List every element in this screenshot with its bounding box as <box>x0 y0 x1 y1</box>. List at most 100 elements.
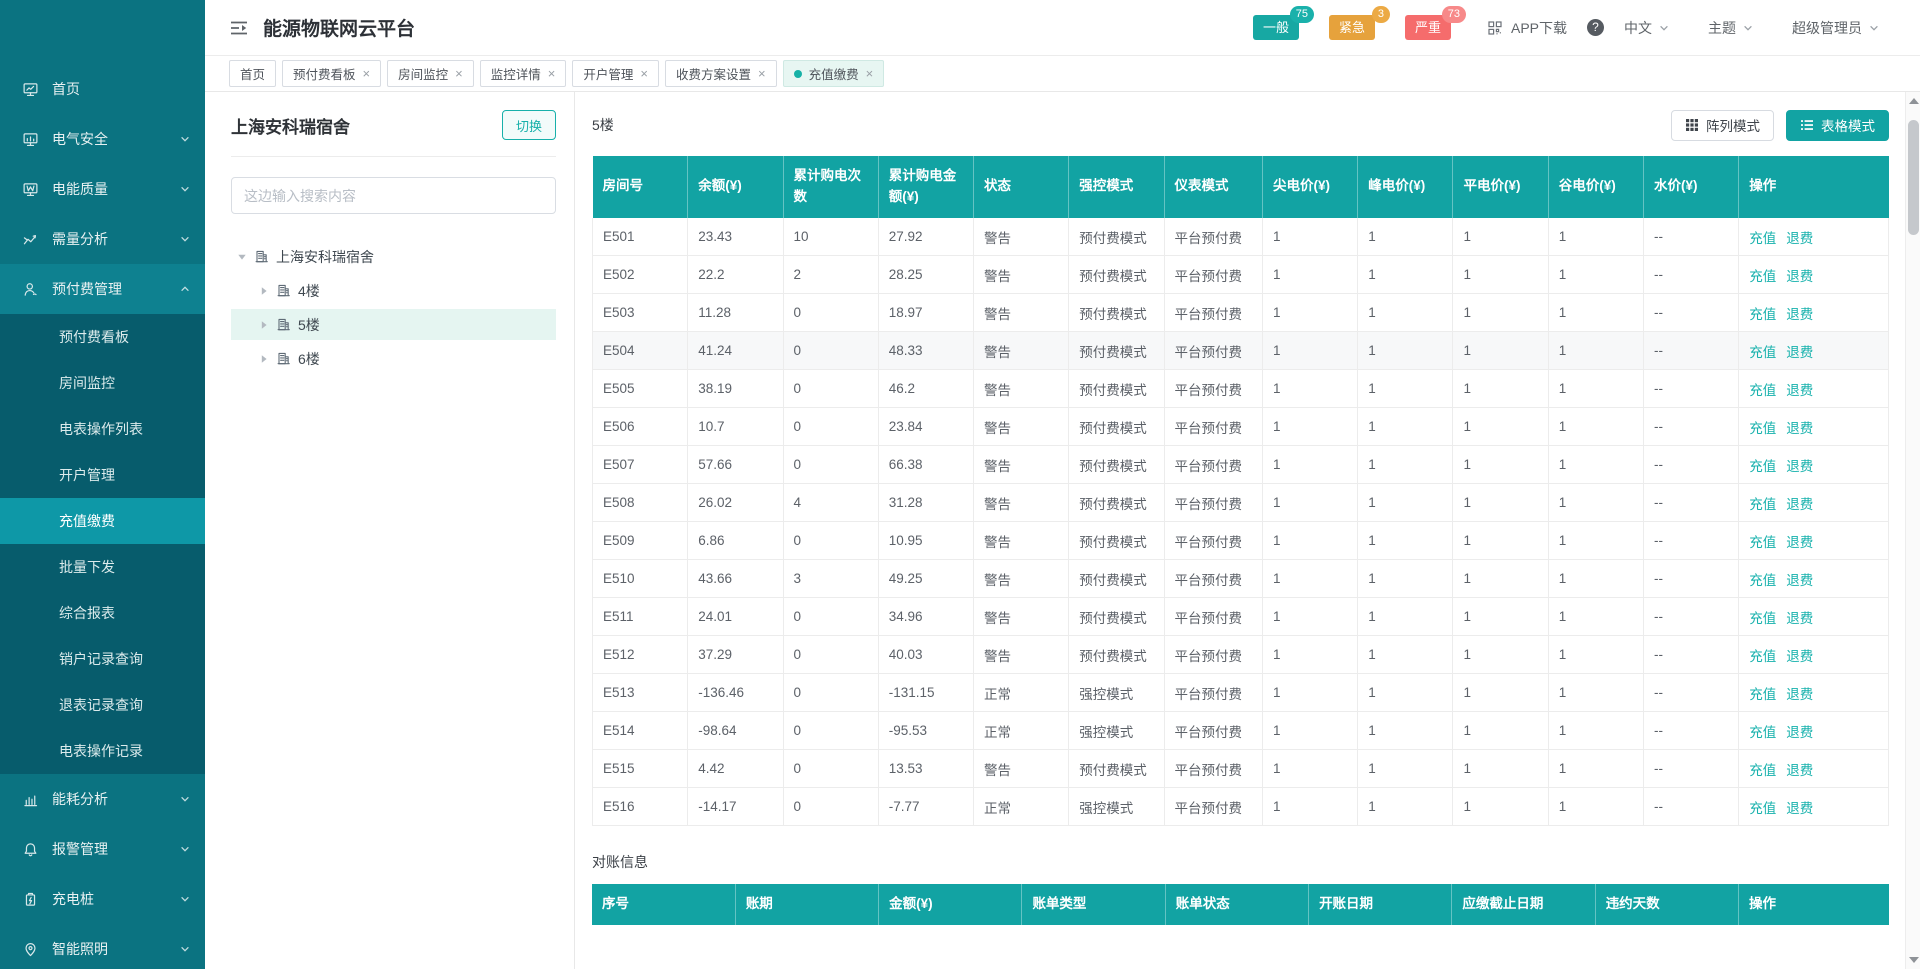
close-icon[interactable]: × <box>455 67 463 80</box>
table-cell: 24.01 <box>688 598 783 636</box>
recharge-link[interactable]: 充值 <box>1749 307 1776 322</box>
app-download-link[interactable]: APP下载 <box>1511 18 1567 38</box>
tab[interactable]: 首页 <box>229 60 276 87</box>
sidebar-item[interactable]: 电能质量 <box>0 164 205 214</box>
sidebar-subitem[interactable]: 销户记录查询 <box>0 636 205 682</box>
sidebar-subitem[interactable]: 批量下发 <box>0 544 205 590</box>
tree-node[interactable]: 6楼 <box>231 343 556 374</box>
table-cell: 66.38 <box>878 446 973 484</box>
sidebar-subitem[interactable]: 预付费看板 <box>0 314 205 360</box>
tab[interactable]: 收费方案设置× <box>665 60 777 87</box>
table-row: E51043.66349.25警告预付费模式平台预付费1111--充值退费 <box>593 560 1889 598</box>
scroll-up-arrow[interactable] <box>1909 98 1919 104</box>
refund-link[interactable]: 退费 <box>1786 573 1813 588</box>
tree-node[interactable]: 4楼 <box>231 275 556 306</box>
tab[interactable]: 开户管理× <box>572 60 659 87</box>
recharge-link[interactable]: 充值 <box>1749 345 1776 360</box>
recharge-link[interactable]: 充值 <box>1749 725 1776 740</box>
recharge-link[interactable]: 充值 <box>1749 611 1776 626</box>
refund-link[interactable]: 退费 <box>1786 497 1813 512</box>
sidebar-subitem[interactable]: 电表操作列表 <box>0 406 205 452</box>
table-cell: 1 <box>1453 370 1548 408</box>
table-cell: 警告 <box>974 256 1069 294</box>
sidebar-subitem[interactable]: 电表操作记录 <box>0 728 205 774</box>
theme-select[interactable]: 主题 <box>1708 18 1754 38</box>
table-cell: 平台预付费 <box>1164 256 1262 294</box>
tree-node[interactable]: 5楼 <box>231 309 556 340</box>
refund-link[interactable]: 退费 <box>1786 307 1813 322</box>
refund-link[interactable]: 退费 <box>1786 459 1813 474</box>
recharge-link[interactable]: 充值 <box>1749 573 1776 588</box>
sidebar-subitem[interactable]: 充值缴费 <box>0 498 205 544</box>
vertical-scrollbar[interactable] <box>1905 92 1920 969</box>
table-cell: 预付费模式 <box>1069 560 1164 598</box>
recharge-link[interactable]: 充值 <box>1749 801 1776 816</box>
sidebar-item[interactable]: 电气安全 <box>0 114 205 164</box>
table-cell: 0 <box>783 788 878 826</box>
sidebar-item[interactable]: 首页 <box>0 64 205 114</box>
column-header: 尖电价(¥) <box>1262 156 1357 218</box>
sidebar-item[interactable]: 报警管理 <box>0 824 205 874</box>
refund-link[interactable]: 退费 <box>1786 649 1813 664</box>
sidebar-subitem[interactable]: 退表记录查询 <box>0 682 205 728</box>
recharge-link[interactable]: 充值 <box>1749 687 1776 702</box>
user-menu[interactable]: 超级管理员 <box>1792 18 1880 38</box>
scrollbar-thumb[interactable] <box>1908 120 1919 235</box>
refund-link[interactable]: 退费 <box>1786 801 1813 816</box>
table-cell: 2 <box>783 256 878 294</box>
close-icon[interactable]: × <box>548 67 556 80</box>
recharge-link[interactable]: 充值 <box>1749 459 1776 474</box>
sidebar-item[interactable]: 需量分析 <box>0 214 205 264</box>
refund-link[interactable]: 退费 <box>1786 611 1813 626</box>
recharge-link[interactable]: 充值 <box>1749 269 1776 284</box>
refund-link[interactable]: 退费 <box>1786 269 1813 284</box>
refund-link[interactable]: 退费 <box>1786 763 1813 778</box>
sidebar-item[interactable]: 充电桩 <box>0 874 205 924</box>
recharge-link[interactable]: 充值 <box>1749 649 1776 664</box>
tab[interactable]: 监控详情× <box>480 60 567 87</box>
sidebar-subitem[interactable]: 房间监控 <box>0 360 205 406</box>
scroll-down-arrow[interactable] <box>1909 957 1919 963</box>
table-cell: 1 <box>1453 446 1548 484</box>
sidebar-item[interactable]: 预付费管理 <box>0 264 205 314</box>
switch-button[interactable]: 切换 <box>502 110 556 140</box>
table-cell: 0 <box>783 598 878 636</box>
close-icon[interactable]: × <box>640 67 648 80</box>
refund-link[interactable]: 退费 <box>1786 231 1813 246</box>
table-cell: -- <box>1643 750 1738 788</box>
refund-link[interactable]: 退费 <box>1786 345 1813 360</box>
recharge-link[interactable]: 充值 <box>1749 231 1776 246</box>
close-icon[interactable]: × <box>866 67 874 80</box>
refund-link[interactable]: 退费 <box>1786 383 1813 398</box>
tree-node[interactable]: 上海安科瑞宿舍 <box>231 241 556 272</box>
sidebar-item[interactable]: 智能照明 <box>0 924 205 969</box>
close-icon[interactable]: × <box>758 67 766 80</box>
tab[interactable]: 充值缴费× <box>783 60 885 87</box>
tab[interactable]: 房间监控× <box>387 60 474 87</box>
alarm-badge[interactable]: 严重73 <box>1405 15 1451 40</box>
refund-link[interactable]: 退费 <box>1786 687 1813 702</box>
menu-fold-icon[interactable] <box>229 19 249 37</box>
language-select[interactable]: 中文 <box>1624 18 1670 38</box>
recharge-link[interactable]: 充值 <box>1749 763 1776 778</box>
table-row: E5154.42013.53警告预付费模式平台预付费1111--充值退费 <box>593 750 1889 788</box>
refund-link[interactable]: 退费 <box>1786 725 1813 740</box>
alarm-badge[interactable]: 一般75 <box>1253 15 1299 40</box>
sidebar-subitem[interactable]: 综合报表 <box>0 590 205 636</box>
view-mode-button[interactable]: 表格模式 <box>1786 110 1889 141</box>
recharge-link[interactable]: 充值 <box>1749 383 1776 398</box>
close-icon[interactable]: × <box>363 67 371 80</box>
refund-link[interactable]: 退费 <box>1786 421 1813 436</box>
sidebar-subitem[interactable]: 开户管理 <box>0 452 205 498</box>
view-mode-button[interactable]: 阵列模式 <box>1671 110 1774 141</box>
alarm-badge[interactable]: 紧急3 <box>1329 15 1375 40</box>
refund-link[interactable]: 退费 <box>1786 535 1813 550</box>
recharge-link[interactable]: 充值 <box>1749 497 1776 512</box>
tree-search-input[interactable] <box>231 177 556 214</box>
help-icon[interactable]: ? <box>1587 19 1604 36</box>
sidebar-item[interactable]: 能耗分析 <box>0 774 205 824</box>
recharge-link[interactable]: 充值 <box>1749 421 1776 436</box>
tab[interactable]: 预付费看板× <box>282 60 381 87</box>
recharge-link[interactable]: 充值 <box>1749 535 1776 550</box>
table-cell: E503 <box>593 294 688 332</box>
